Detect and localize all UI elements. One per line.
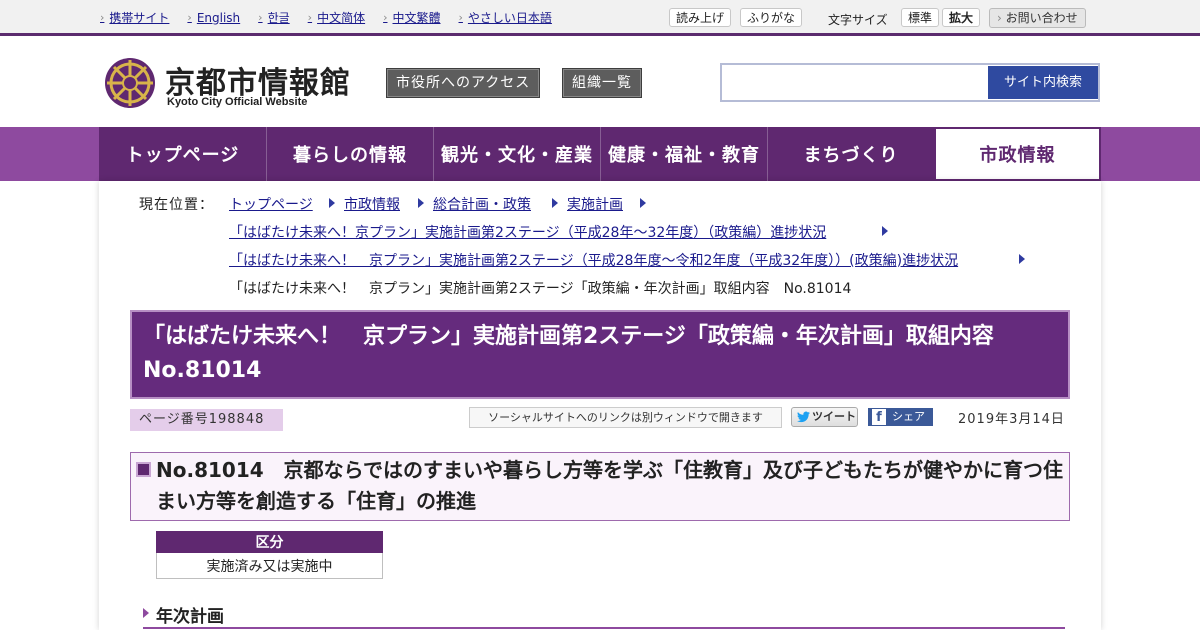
contact-label: お問い合わせ (1005, 11, 1078, 25)
facebook-f-icon: f (872, 409, 886, 425)
nav-top-page[interactable]: トップページ (99, 127, 266, 181)
breadcrumb-arrow-icon (882, 226, 888, 236)
breadcrumb-label: 現在位置： (139, 197, 214, 213)
chevron-right-icon: › (383, 11, 388, 24)
chevron-right-icon: › (307, 11, 313, 24)
link-chinese-simplified-label: 中文简体 (317, 11, 366, 25)
link-chinese-traditional-label: 中文繁體 (392, 11, 441, 25)
breadcrumb-implementation-plan[interactable]: 実施計画 (567, 194, 623, 214)
nav-living[interactable]: 暮らしの情報 (266, 127, 433, 181)
breadcrumb-current: 「はばたけ未来へ！ 京プラン」実施計画第2ステージ「政策編・年次計画」取組内容 … (229, 281, 852, 297)
breadcrumb-arrow-icon (640, 198, 646, 208)
nav-city-administration[interactable]: 市政情報 (934, 127, 1101, 181)
page-title: 「はばたけ未来へ！ 京プラン」実施計画第2ステージ「政策編・年次計画」取組内容 … (130, 310, 1070, 399)
breadcrumb-progress-reiwa[interactable]: 「はばたけ未来へ！ 京プラン」実施計画第2ステージ（平成28年度～令和2年度（平… (229, 250, 958, 270)
chevron-right-icon: › (187, 11, 192, 24)
kyoto-city-emblem-icon[interactable] (103, 56, 157, 110)
chevron-right-icon: › (100, 11, 105, 24)
language-links: › 携帯サイト › English › 한글 › 中文简体 › 中文繁體 › やさしい日本語 (100, 9, 570, 26)
contact-button[interactable]: › お問い合わせ (989, 8, 1086, 28)
read-aloud-wrap: 読み上げ (669, 8, 732, 27)
nav-tourism-culture-industry[interactable]: 観光・文化・産業 (433, 127, 600, 181)
table-cell-status: 実施済み又は実施中 (156, 552, 383, 579)
link-english-label: English (196, 10, 241, 25)
subheading-underline (143, 627, 1065, 629)
breadcrumb-general-plan[interactable]: 総合計画・政策 (433, 194, 531, 214)
font-large-wrap: 拡大 (942, 8, 981, 27)
breadcrumb-top-page[interactable]: トップページ (229, 194, 313, 214)
square-bullet-icon (136, 462, 151, 477)
furigana-button[interactable]: ふりがな (740, 8, 803, 27)
section-heading: No.81014 京都ならではのすまいや暮らし方等を学ぶ「住教育」及び子どもたち… (156, 458, 1064, 513)
furigana-wrap: ふりがな (740, 8, 803, 27)
global-nav-items: トップページ 暮らしの情報 観光・文化・産業 健康・福祉・教育 まちづくり 市政… (99, 127, 1101, 181)
link-chinese-traditional[interactable]: › 中文繁體 (383, 9, 440, 26)
font-large-button[interactable]: 拡大 (942, 8, 981, 27)
social-link-note: ソーシャルサイトへのリンクは別ウィンドウで開きます (469, 407, 782, 428)
facebook-share-button[interactable]: f シェア (868, 408, 933, 426)
status-table: 区分 実施済み又は実施中 (156, 531, 383, 579)
utility-bar: › 携帯サイト › English › 한글 › 中文简体 › 中文繁體 › やさしい日本語… (0, 0, 1200, 36)
global-nav: トップページ 暮らしの情報 観光・文化・産業 健康・福祉・教育 まちづくり 市政… (0, 127, 1200, 181)
breadcrumb-city-administration[interactable]: 市政情報 (344, 194, 400, 214)
font-standard-wrap: 標準 (901, 8, 940, 27)
link-chinese-simplified[interactable]: › 中文简体 (308, 9, 365, 26)
facebook-share-label: シェア (892, 410, 925, 423)
search-input[interactable] (724, 67, 986, 98)
link-mobile-label: 携帯サイト (109, 11, 170, 25)
twitter-bird-icon (797, 411, 810, 423)
organization-list-button[interactable]: 組織一覧 (562, 68, 642, 98)
breadcrumb-progress-2016-2020[interactable]: 「はばたけ未来へ！京プラン」実施計画第2ステージ（平成28年～32年度）（政策編… (229, 222, 826, 242)
city-hall-access-button[interactable]: 市役所へのアクセス (386, 68, 541, 98)
chevron-right-icon: › (458, 11, 463, 24)
nav-health-welfare-education[interactable]: 健康・福祉・教育 (600, 127, 767, 181)
nav-city-planning[interactable]: まちづくり (767, 127, 934, 181)
breadcrumb-arrow-icon (418, 198, 424, 208)
link-mobile[interactable]: › 携帯サイト (100, 9, 169, 26)
site-subtitle: Kyoto City Official Website (167, 96, 308, 108)
link-korean-label: 한글 (267, 11, 290, 25)
font-standard-button[interactable]: 標準 (901, 8, 940, 27)
link-easy-japanese-label: やさしい日本語 (467, 11, 552, 25)
tweet-button[interactable]: ツイート (791, 407, 858, 427)
breadcrumb-arrow-icon (1019, 254, 1025, 264)
publish-date: 2019年3月14日 (958, 412, 1065, 427)
breadcrumb-arrow-icon (329, 198, 335, 208)
table-header-category: 区分 (156, 531, 383, 553)
site-search: サイト内検索 (720, 63, 1100, 102)
font-size-label: 文字サイズ (828, 13, 888, 27)
subheading-annual-plan: 年次計画 (156, 607, 224, 627)
table-row: 実施済み又は実施中 (156, 552, 383, 579)
page-number-badge: ページ番号198848 (130, 409, 283, 431)
link-easy-japanese[interactable]: › やさしい日本語 (459, 9, 552, 26)
link-korean[interactable]: › 한글 (258, 9, 290, 26)
link-english[interactable]: › English (187, 9, 240, 26)
tweet-label: ツイート (812, 410, 856, 423)
read-aloud-button[interactable]: 読み上げ (669, 8, 732, 27)
search-button[interactable]: サイト内検索 (988, 66, 1098, 99)
breadcrumb-arrow-icon (552, 198, 558, 208)
subheading-arrow-icon (143, 608, 149, 618)
chevron-right-icon: › (258, 11, 263, 24)
chevron-right-icon: › (997, 11, 1002, 25)
table-header-row: 区分 (156, 531, 383, 553)
